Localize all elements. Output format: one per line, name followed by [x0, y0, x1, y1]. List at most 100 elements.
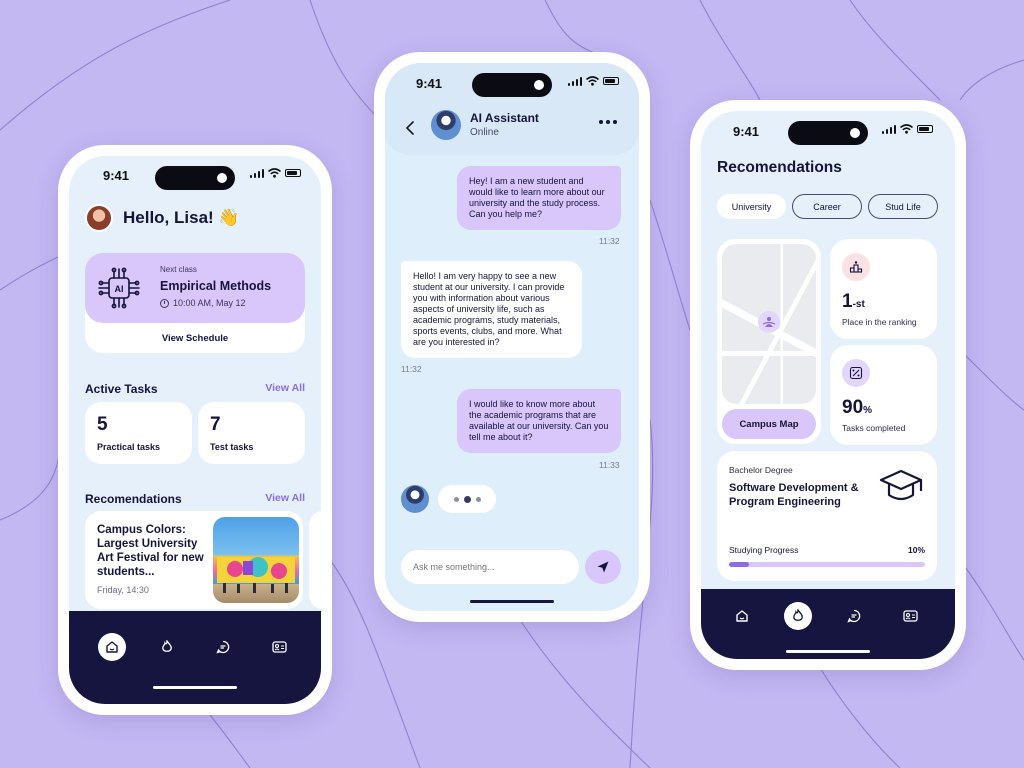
- assistant-avatar: [431, 110, 461, 140]
- status-time: 9:41: [733, 124, 760, 139]
- assistant-avatar: [401, 485, 429, 513]
- test-tasks-card[interactable]: 7 Test tasks: [198, 402, 305, 464]
- back-chevron-icon[interactable]: [405, 121, 415, 135]
- filter-chip-university[interactable]: University: [717, 194, 786, 219]
- chat-screen: AI Assistant Online 9:41 Hey! I am a new…: [385, 63, 639, 611]
- progress-percent: 10%: [907, 545, 925, 555]
- clock-icon: [160, 298, 169, 308]
- signal-icon: [881, 124, 896, 134]
- percent-icon: [842, 359, 870, 387]
- tab-home[interactable]: [98, 633, 126, 661]
- campus-map[interactable]: [722, 244, 816, 404]
- test-tasks-label: Test tasks: [210, 442, 254, 452]
- recommendation-date: Friday, 14:30: [97, 585, 149, 595]
- next-class-time: 10:00 AM, May 12: [160, 298, 246, 308]
- tab-chat[interactable]: [210, 634, 236, 660]
- progress-label: Studying Progress: [729, 545, 799, 555]
- tasks-completed-card[interactable]: 90% Tasks completed: [830, 345, 937, 445]
- status-time: 9:41: [416, 76, 443, 91]
- ranking-card[interactable]: 1-st Place in the ranking: [830, 239, 937, 339]
- more-options-icon[interactable]: [599, 120, 617, 124]
- degree-title: Software Development & Program Engineeri…: [729, 482, 859, 508]
- tab-profile[interactable]: [897, 603, 923, 629]
- message-input[interactable]: [401, 550, 579, 584]
- signal-icon: [249, 168, 264, 178]
- wifi-icon: [268, 168, 281, 178]
- active-tasks-view-all-link[interactable]: View All: [265, 382, 305, 396]
- degree-label: Bachelor Degree: [729, 465, 793, 475]
- campus-map-button[interactable]: Campus Map: [722, 409, 816, 439]
- podium-icon: [842, 253, 870, 281]
- home-icon: [106, 641, 118, 653]
- bottom-tab-bar: [69, 611, 321, 704]
- id-card-icon: [902, 610, 918, 622]
- typing-indicator: [438, 485, 496, 513]
- next-recommendation-card[interactable]: [309, 511, 321, 609]
- svg-text:AI: AI: [115, 284, 124, 294]
- filter-chip-stud-life[interactable]: Stud Life: [868, 194, 938, 219]
- practical-tasks-count: 5: [97, 414, 108, 435]
- next-class-label: Next class: [160, 265, 197, 274]
- send-button[interactable]: [585, 550, 621, 584]
- flame-icon: [793, 609, 803, 621]
- next-class-card[interactable]: AI Next class Empirical Methods 10:00 AM…: [85, 253, 305, 353]
- chat-message-sent: Hey! I am a new student and would like t…: [457, 166, 621, 230]
- progress-fill: [729, 562, 749, 567]
- status-icons: [881, 124, 933, 134]
- status-icons: [249, 168, 301, 178]
- tasks-value: 90%: [842, 397, 872, 419]
- recommendations-title: Recomendations: [85, 492, 182, 506]
- home-indicator[interactable]: [470, 600, 554, 603]
- recommendation-card[interactable]: Campus Colors: Largest University Art Fe…: [85, 511, 303, 609]
- practical-tasks-card[interactable]: 5 Practical tasks: [85, 402, 192, 464]
- greeting: Hello, Lisa! 👋: [85, 204, 240, 232]
- tasks-number: 90: [842, 397, 864, 418]
- practical-tasks-label: Practical tasks: [97, 442, 161, 452]
- phone-chat: AI Assistant Online 9:41 Hey! I am a new…: [374, 52, 650, 622]
- status-time: 9:41: [103, 168, 130, 183]
- signal-icon: [567, 76, 582, 86]
- recommendation-title: Campus Colors: Largest University Art Fe…: [97, 524, 204, 578]
- wifi-icon: [900, 124, 913, 134]
- status-icons: [567, 76, 619, 86]
- page-title: Recomendations: [717, 159, 842, 176]
- tab-chat[interactable]: [841, 603, 867, 629]
- ranking-label: Place in the ranking: [842, 317, 917, 327]
- home-icon: [736, 610, 748, 622]
- view-schedule-button[interactable]: View Schedule: [85, 333, 305, 344]
- ranking-suffix: -st: [852, 299, 865, 310]
- graduation-cap-icon: [879, 469, 923, 501]
- home-indicator[interactable]: [786, 650, 870, 653]
- chat-message-received: Hello! I am very happy to see a new stud…: [401, 261, 582, 358]
- degree-card[interactable]: Bachelor Degree Software Development & P…: [717, 451, 937, 581]
- recommendations-header: Recomendations View All: [85, 492, 305, 506]
- home-screen: 9:41 Hello, Lisa! 👋 AI Next class Empiri…: [69, 156, 321, 704]
- wifi-icon: [586, 76, 599, 86]
- next-class-title: Empirical Methods: [160, 279, 272, 293]
- phone-recommendations: 9:41 Recomendations University Career St…: [690, 100, 966, 670]
- home-indicator[interactable]: [153, 686, 237, 689]
- tab-home[interactable]: [729, 603, 755, 629]
- dynamic-island: [155, 166, 235, 190]
- battery-icon: [603, 77, 619, 85]
- id-card-icon: [271, 641, 287, 653]
- filter-chip-career[interactable]: Career: [792, 194, 862, 219]
- tab-profile[interactable]: [266, 634, 292, 660]
- assistant-status: Online: [470, 127, 499, 138]
- chat-icon: [847, 609, 861, 623]
- progress-bar: [729, 562, 925, 567]
- next-class-panel: AI Next class Empirical Methods 10:00 AM…: [85, 253, 305, 323]
- active-tasks-title: Active Tasks: [85, 382, 158, 396]
- message-time: 11:33: [599, 460, 620, 470]
- campus-pin-icon[interactable]: [758, 311, 780, 333]
- recommendations-view-all-link[interactable]: View All: [265, 492, 305, 506]
- assistant-name: AI Assistant: [470, 111, 539, 125]
- recommendations-screen: 9:41 Recomendations University Career St…: [701, 111, 955, 659]
- avatar[interactable]: [85, 204, 113, 232]
- next-class-time-text: 10:00 AM, May 12: [173, 298, 246, 308]
- dynamic-island: [472, 73, 552, 97]
- dynamic-island: [788, 121, 868, 145]
- tab-activity[interactable]: [154, 634, 180, 660]
- send-icon: [597, 561, 609, 573]
- tab-activity[interactable]: [784, 602, 812, 630]
